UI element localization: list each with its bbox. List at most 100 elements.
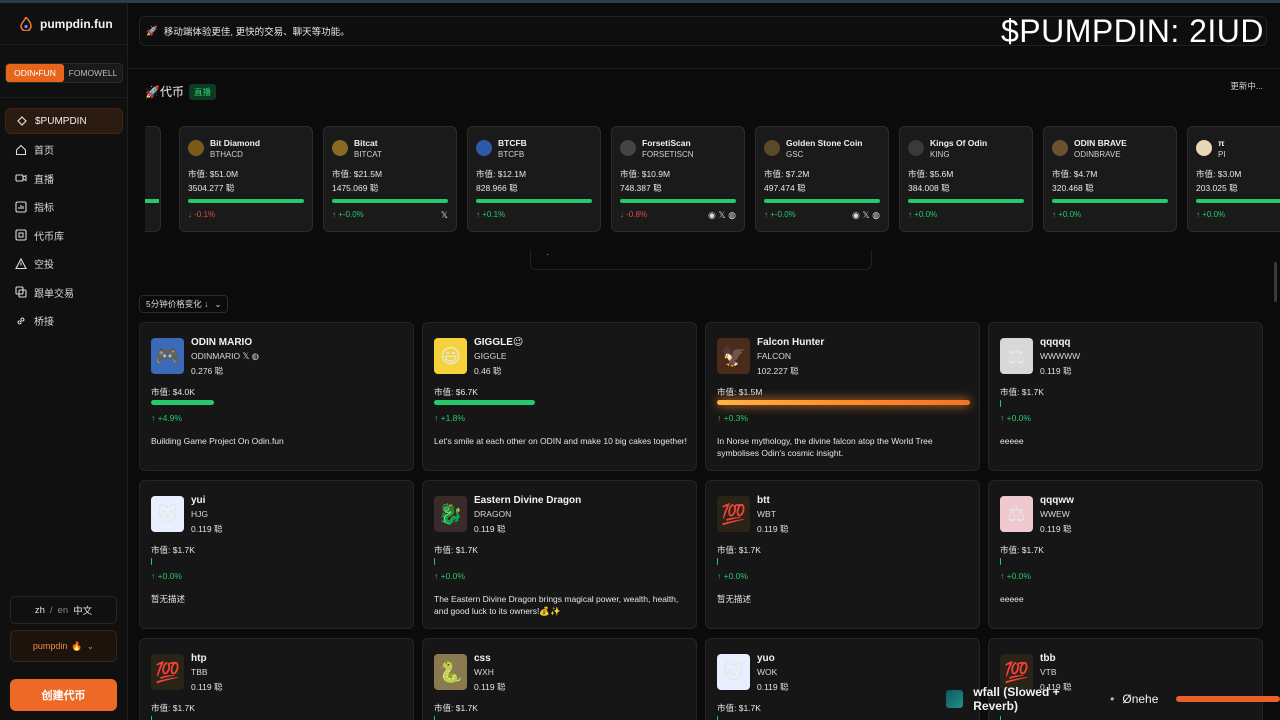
token-card[interactable]: 🎮 ODIN MARIO ODINMARIO 𝕏 ◍ 0.276 聪市值: $4.0K…: [139, 322, 414, 471]
token-symbol: DRAGON: [474, 509, 512, 519]
market-cap: 市值: $1.7K: [1000, 387, 1044, 397]
token-card[interactable]: ⚖ qqqww WWEW 0.119 聪市值: $1.7K ↑ +0.0% eeeee: [988, 480, 1263, 629]
sidebar-item-pumpdin[interactable]: $PUMPDIN: [5, 108, 123, 134]
brand[interactable]: pumpdin.fun: [0, 3, 127, 45]
sidebar-item-label: 桥接: [34, 317, 54, 328]
bonding-progress-fill: [476, 199, 592, 203]
token-symbol: FALCON: [757, 351, 792, 361]
bonding-progress-fill: [332, 199, 448, 203]
token-card[interactable]: 🦅 Falcon Hunter FALCON 102.227 聪市值: $1.5M ↑ …: [705, 322, 980, 471]
market-cap: 市值: $1.5M: [717, 387, 763, 397]
music-player[interactable]: wfall (Slowed + Reverb) • Ønehe: [946, 685, 1280, 713]
market-cap: 市值: $1.7K: [151, 545, 195, 555]
token-symbol: ODINBRAVE: [1074, 150, 1121, 159]
price-change: ↑ +0.0%: [717, 571, 748, 581]
user-menu-button[interactable]: pumpdin 🔥 ⌄: [10, 630, 117, 662]
token-price: 102.227 聪: [757, 366, 799, 376]
create-token-button[interactable]: 创建代币: [10, 679, 117, 711]
token-image: ⚖: [1000, 338, 1033, 374]
market-cap: 市值: $21.5M: [332, 169, 383, 179]
social-links[interactable]: ◉ 𝕏 ◍: [708, 210, 736, 221]
lang-current: 中文: [73, 606, 93, 617]
token-logo: [620, 140, 636, 156]
ticker-card-partial[interactable]: [145, 126, 161, 232]
market-cap: 市值: $1.7K: [151, 703, 195, 713]
token-price: 384.008 聪: [908, 183, 950, 193]
divider: [0, 97, 128, 98]
ticker-card[interactable]: Kings Of Odin KING 市值: $5.6M 384.008 聪 ↑ +0.…: [899, 126, 1033, 232]
token-card[interactable]: 💯 btt WBT 0.119 聪市值: $1.7K ↑ +0.0% 暂无描述: [705, 480, 980, 629]
ticker-card[interactable]: Bit Diamond BTHACD 市值: $51.0M 3504.277 聪 ↓ -…: [179, 126, 313, 232]
token-price: 748.387 聪: [620, 183, 662, 193]
sort-dropdown[interactable]: 5分钟价格变化 ↓ ⌄: [139, 295, 229, 313]
sidebar-nav: $PUMPDIN 首页 直播 指标 代币库 空投 跟单交易 桥接: [5, 108, 123, 336]
lang-zh[interactable]: zh: [35, 605, 45, 616]
rocket-icon: 🚀: [145, 84, 160, 99]
token-symbol: WXH: [474, 667, 494, 677]
token-name: BTCFB: [498, 138, 527, 148]
sidebar-item-home[interactable]: 首页: [5, 137, 123, 163]
token-card[interactable]: 🐉 Eastern Divine Dragon DRAGON 0.119 聪市值: $…: [422, 480, 697, 629]
sidebar-item-copy-trade[interactable]: 跟单交易: [5, 279, 123, 305]
platform-fomowell[interactable]: FOMOWELL: [64, 64, 122, 82]
ticker-card[interactable]: Golden Stone Coin GSC 市值: $7.2M 497.474 聪 ↑ …: [755, 126, 889, 232]
bonding-progress-fill: [1052, 199, 1168, 203]
sidebar-item-live[interactable]: 直播: [5, 165, 123, 191]
token-card[interactable]: 🐱 yui HJG 0.119 聪市值: $1.7K ↑ +0.0% 暂无描述: [139, 480, 414, 629]
sidebar-item-bridge[interactable]: 桥接: [5, 308, 123, 334]
price-change: ↓ -0.8%: [620, 210, 648, 219]
bonding-progress-fill: [908, 199, 1024, 203]
token-card[interactable]: 🐍 css WXH 0.119 聪市值: $1.7K: [422, 638, 697, 720]
token-name: Golden Stone Coin: [786, 138, 863, 148]
ticker-card[interactable]: ForsetiScan FORSETISCN 市值: $10.9M 748.387 聪…: [611, 126, 745, 232]
price-change: ↑ +0.0%: [908, 210, 938, 219]
ticker-card[interactable]: π PI 市值: $3.0M 203.025 聪 ↑ +0.0%: [1187, 126, 1280, 232]
token-name: qqqqq: [1040, 337, 1071, 348]
market-cap: 市值: $4.0K: [151, 387, 195, 397]
ticker-card[interactable]: Bitcat BITCAT 市值: $21.5M 1475.069 聪 ↑ +-0.0%…: [323, 126, 457, 232]
sidebar: pumpdin.fun ODIN•FUN FOMOWELL $PUMPDIN 首…: [0, 3, 128, 720]
token-symbol: FORSETISCN: [642, 150, 694, 159]
market-cap: 市值: $1.7K: [434, 703, 478, 713]
live-badge: 直播: [188, 83, 216, 100]
token-price: 0.119 聪: [191, 524, 223, 534]
token-description: 暂无描述: [151, 594, 186, 604]
token-card[interactable]: 💯 htp TBB 0.119 聪市值: $1.7K: [139, 638, 414, 720]
token-price: 0.119 聪: [474, 682, 506, 692]
sidebar-item-airdrop[interactable]: 空投: [5, 251, 123, 277]
sidebar-item-library[interactable]: 代币库: [5, 222, 123, 248]
token-ticker-carousel[interactable]: Bit Diamond BTHACD 市值: $51.0M 3504.277 聪 ↓ -…: [145, 113, 1280, 243]
track-progress-bar[interactable]: [1176, 696, 1280, 702]
token-symbol: ODINMARIO 𝕏 ◍: [191, 351, 260, 361]
market-cap: 市值: $12.1M: [476, 169, 527, 179]
market-cap: 市值: $1.7K: [1000, 545, 1044, 555]
social-links[interactable]: 𝕏: [441, 210, 448, 221]
token-card[interactable]: 😃 GIGGLE😉 GIGGLE 0.46 聪市值: $6.7K ↑ +1.8% Let'…: [422, 322, 697, 471]
token-name: Bitcat: [354, 138, 378, 148]
carousel-indicator[interactable]: ·: [530, 250, 872, 270]
sidebar-item-label: 直播: [34, 174, 54, 186]
platform-odin-fun[interactable]: ODIN•FUN: [6, 64, 64, 82]
ticker-card[interactable]: BTCFB BTCFB 市值: $12.1M 828.966 聪 ↑ +0.1%: [467, 126, 601, 232]
market-cap: 市值: $10.9M: [620, 169, 671, 179]
bonding-progress-bar: [151, 400, 215, 405]
bonding-progress-bar: [434, 716, 435, 720]
token-name: Kings Of Odin: [930, 138, 988, 148]
token-card[interactable]: ⚖ qqqqq WWWWW 0.119 聪市值: $1.7K ↑ +0.0% eeeee: [988, 322, 1263, 471]
ticker-card[interactable]: ODIN BRAVE ODINBRAVE 市值: $4.7M 320.468 聪 ↑ +…: [1043, 126, 1177, 232]
sidebar-item-metrics[interactable]: 指标: [5, 194, 123, 220]
price-change: ↑ +0.1%: [476, 210, 506, 219]
token-card[interactable]: 🐱 yuo WOK 0.119 聪市值: $1.7K: [705, 638, 980, 720]
flame-logo-icon: [20, 16, 32, 31]
track-artist: Ønehe: [1122, 692, 1159, 706]
social-links[interactable]: ◉ 𝕏 ◍: [852, 210, 880, 221]
scrollbar-thumb[interactable]: [1274, 262, 1277, 302]
bonding-progress-bar: [188, 199, 304, 203]
lang-separator: /: [49, 604, 53, 616]
chevron-down-icon: ⌄: [86, 640, 95, 651]
language-switcher[interactable]: zh / en 中文: [10, 596, 117, 624]
token-symbol: KING: [930, 150, 950, 159]
lang-en[interactable]: en: [58, 605, 69, 616]
token-price: 0.119 聪: [757, 524, 789, 534]
platform-switch: ODIN•FUN FOMOWELL: [5, 63, 123, 83]
